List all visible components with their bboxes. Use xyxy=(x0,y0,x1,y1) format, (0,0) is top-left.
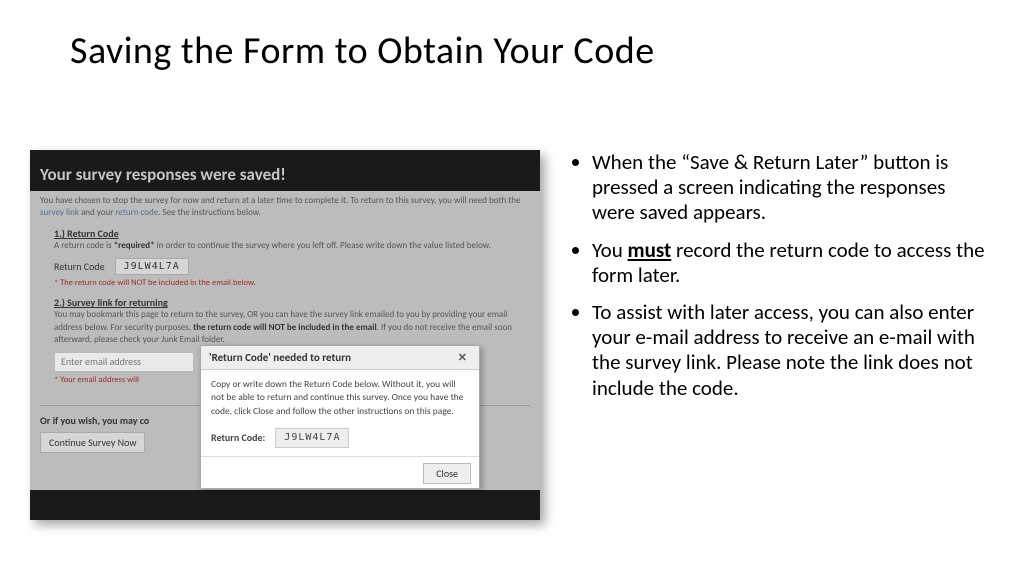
sec1-required: *required* xyxy=(114,240,155,251)
intro-b: . See the instructions below. xyxy=(158,207,261,218)
dialog-title: 'Return Code' needed to return xyxy=(209,351,351,364)
section-1-heading: 1.) Return Code xyxy=(54,227,530,240)
section-2-heading: 2.) Survey link for returning xyxy=(54,296,530,309)
close-icon[interactable]: ✕ xyxy=(454,351,471,364)
sec2-title: Survey link for returning xyxy=(67,296,168,309)
email-input[interactable]: Enter email address xyxy=(54,352,194,372)
close-button[interactable]: Close xyxy=(423,463,471,484)
screenshot: Your survey responses were saved! You ha… xyxy=(30,150,540,520)
sec1-b: in order to continue the survey where yo… xyxy=(155,240,491,251)
sec1-num: 1.) xyxy=(54,227,67,240)
dialog-text: Copy or write down the Return Code below… xyxy=(211,378,469,418)
return-code-value: J9LW4L7A xyxy=(115,258,189,275)
bullet-3: To assist with later access, you can als… xyxy=(592,300,990,401)
saved-heading: Your survey responses were saved! xyxy=(30,160,540,191)
page-title: Saving the Form to Obtain Your Code xyxy=(70,28,655,74)
screenshot-top-bar xyxy=(30,150,540,160)
sec1-a: A return code is xyxy=(54,240,114,251)
screenshot-figure: Your survey responses were saved! You ha… xyxy=(30,150,540,520)
screenshot-bottom-bar xyxy=(30,490,540,520)
return-code-warning: * The return code will NOT be included i… xyxy=(54,278,530,288)
bullet-list: When the “Save & Return Later” button is… xyxy=(570,150,990,413)
dialog-rc-value: J9LW4L7A xyxy=(275,428,349,448)
sec2-text: You may bookmark this page to return to … xyxy=(54,309,530,345)
slide: Saving the Form to Obtain Your Code Your… xyxy=(0,0,1024,576)
sec2-bold: the return code will NOT be included in … xyxy=(193,322,377,333)
bullet-2: You must record the return code to acces… xyxy=(592,238,990,288)
sec2-num: 2.) xyxy=(54,296,67,309)
intro-a: You have chosen to stop the survey for n… xyxy=(40,195,521,206)
return-code-row: Return Code J9LW4L7A xyxy=(54,258,530,275)
return-code-label: Return Code xyxy=(54,260,105,273)
bullet-1: When the “Save & Return Later” button is… xyxy=(592,150,990,226)
intro-mid: and your xyxy=(79,207,115,218)
dialog-rc-label: Return Code: xyxy=(211,431,265,445)
sec1-text: A return code is *required* in order to … xyxy=(54,240,530,252)
b2-a: You xyxy=(592,237,628,263)
dialog-body: Copy or write down the Return Code below… xyxy=(201,370,479,456)
continue-survey-button[interactable]: Continue Survey Now xyxy=(40,432,145,453)
dialog-header: 'Return Code' needed to return ✕ xyxy=(201,346,479,370)
intro-text: You have chosen to stop the survey for n… xyxy=(40,195,530,219)
intro-link-survey: survey link xyxy=(40,207,79,218)
dialog-footer: Close xyxy=(201,456,479,488)
dialog-return-code-row: Return Code: J9LW4L7A xyxy=(211,428,469,448)
return-code-dialog: 'Return Code' needed to return ✕ Copy or… xyxy=(200,345,480,489)
b2-must: must xyxy=(628,237,672,263)
sec1-title: Return Code xyxy=(67,227,119,240)
intro-link-code: return code xyxy=(115,207,158,218)
section-1: 1.) Return Code A return code is *requir… xyxy=(40,227,530,288)
